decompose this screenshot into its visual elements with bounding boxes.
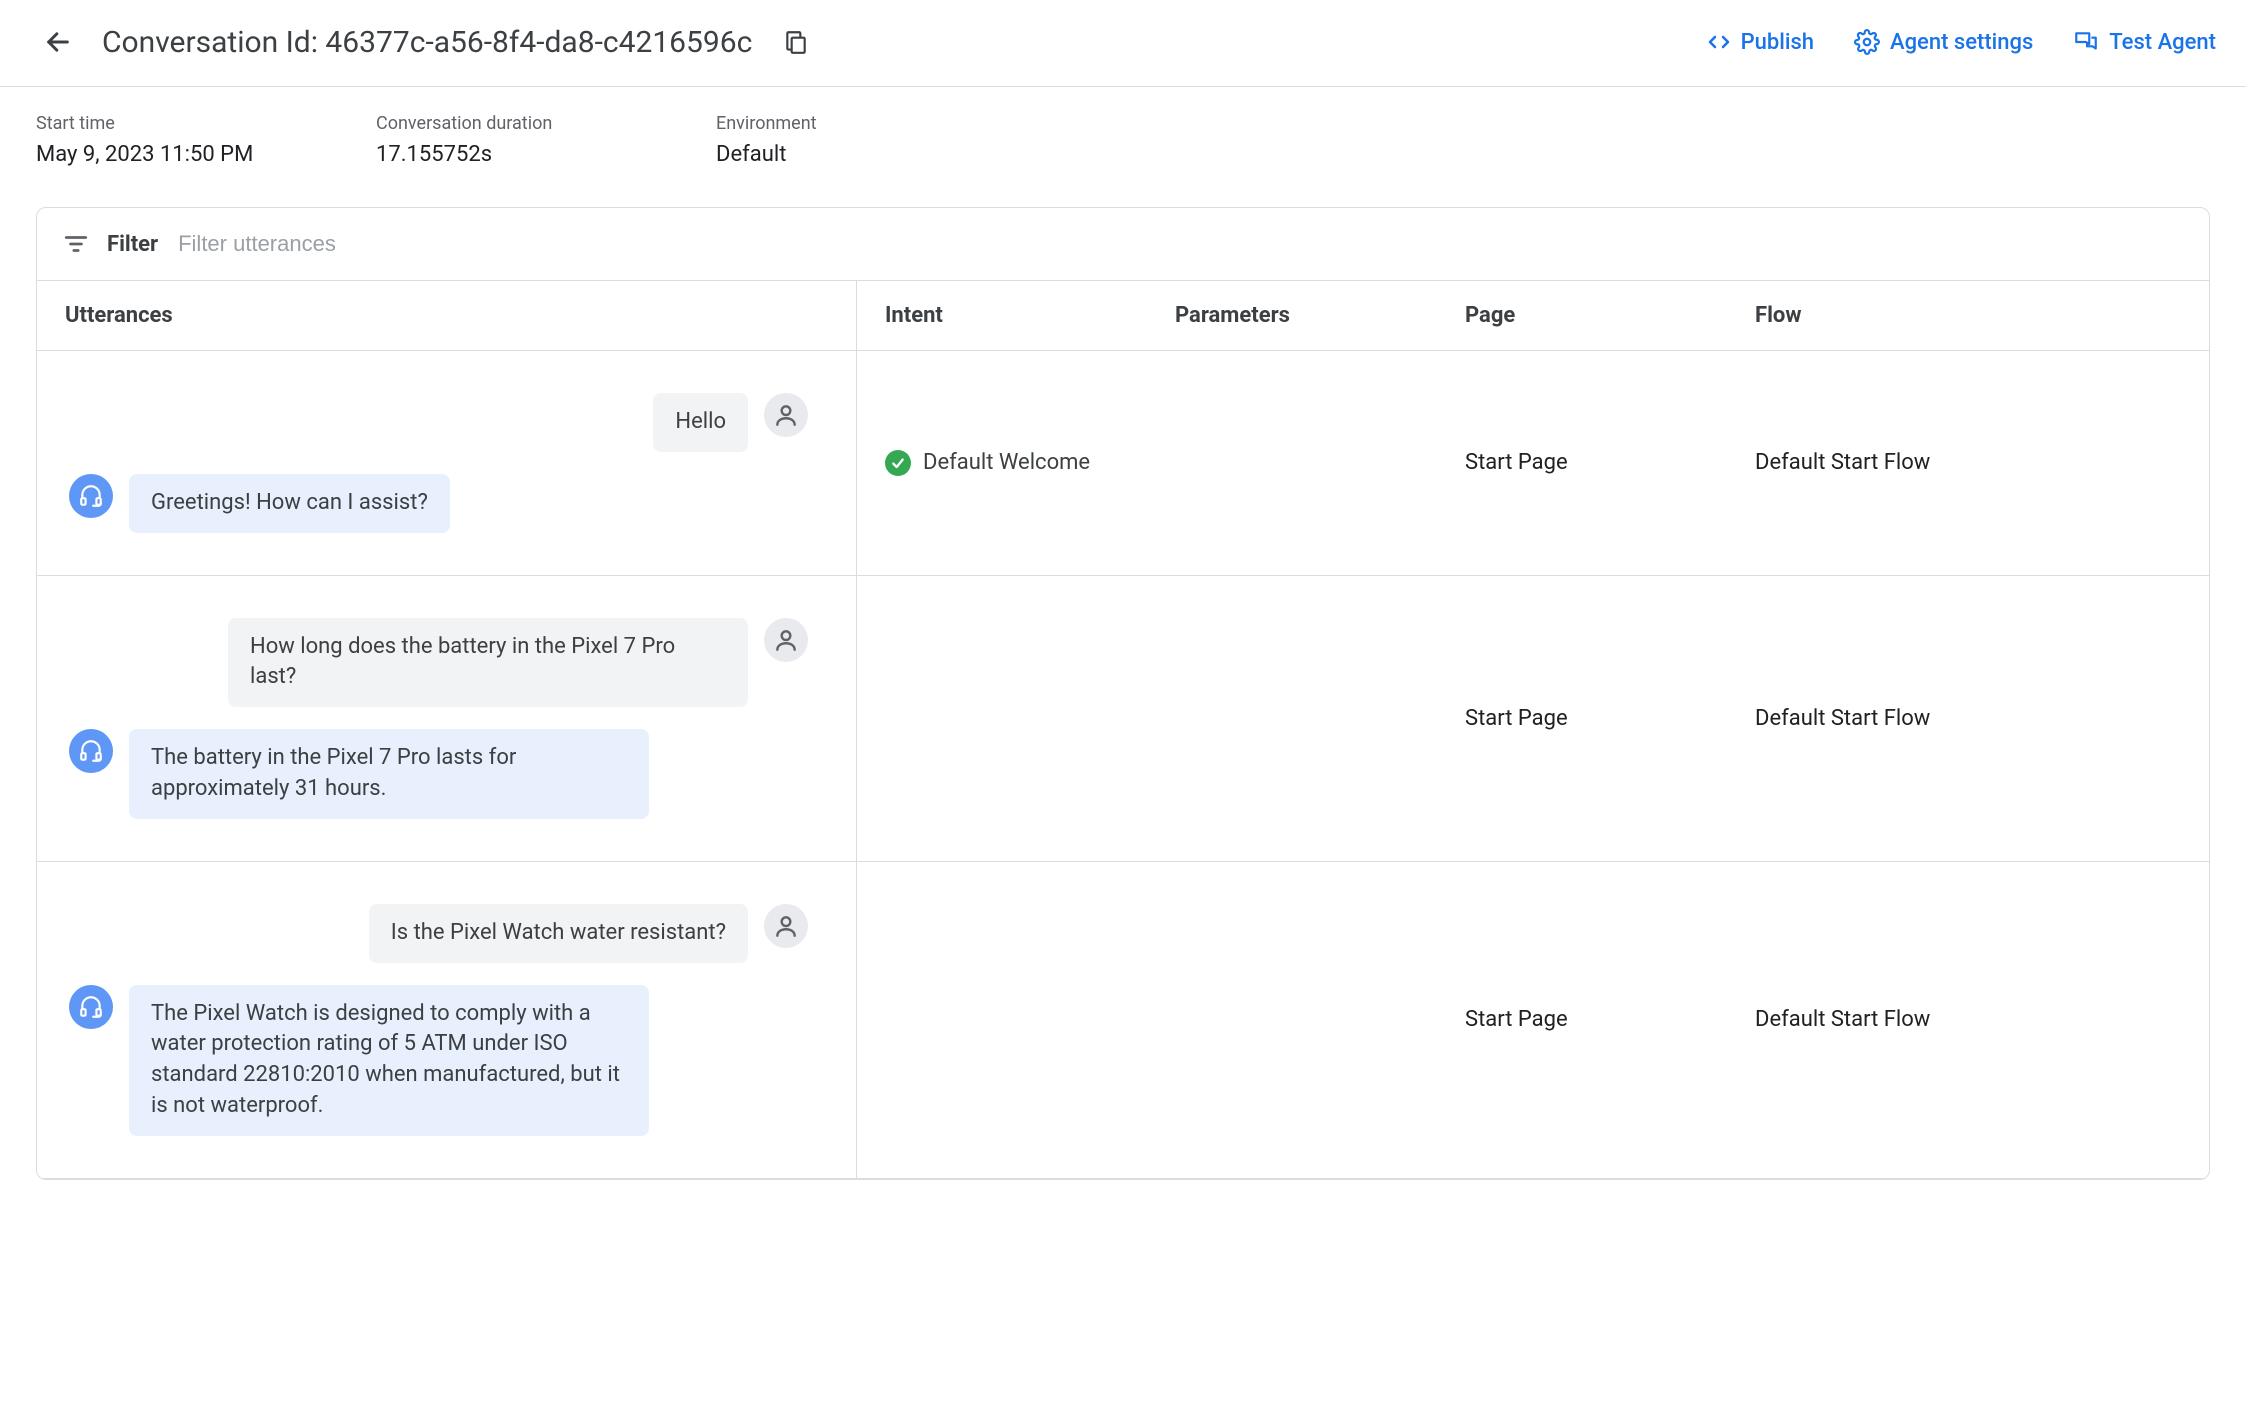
parameters-cell <box>1147 862 1437 1179</box>
col-header-intent: Intent <box>857 281 1147 351</box>
intent-value: Default Welcome <box>923 450 1090 475</box>
utterance-cell[interactable]: Is the Pixel Watch water resistant? The P… <box>37 862 857 1179</box>
start-time-label: Start time <box>36 113 256 134</box>
page-value: Start Page <box>1465 1007 1568 1032</box>
chat-icon <box>2073 29 2099 55</box>
flow-cell: Default Start Flow <box>1727 576 2209 862</box>
gear-icon <box>1854 29 1880 55</box>
topbar: Conversation Id: 46377c-a56-8f4-da8-c421… <box>0 0 2246 87</box>
agent-utterance: Greetings! How can I assist? <box>129 474 450 533</box>
intent-cell <box>857 862 1147 1179</box>
col-header-utterances: Utterances <box>37 281 857 351</box>
duration-value: 17.155752s <box>376 142 596 167</box>
user-avatar-icon <box>764 393 808 437</box>
utterance-cell[interactable]: How long does the battery in the Pixel 7… <box>37 576 857 862</box>
start-time-value: May 9, 2023 11:50 PM <box>36 142 256 167</box>
utterance-cell[interactable]: Hello Greetings! How can I assist? <box>37 351 857 576</box>
user-utterance: Is the Pixel Watch water resistant? <box>369 904 748 963</box>
environment-label: Environment <box>716 113 936 134</box>
parameters-cell <box>1147 351 1437 576</box>
flow-value: Default Start Flow <box>1755 1007 1930 1032</box>
filter-icon <box>63 231 89 257</box>
user-avatar-icon <box>764 618 808 662</box>
agent-avatar-icon <box>69 474 113 518</box>
page-cell: Start Page <box>1437 351 1727 576</box>
back-button[interactable] <box>36 20 80 64</box>
conversation-table: Filter Utterances Intent Parameters Page… <box>36 207 2210 1180</box>
agent-settings-button[interactable]: Agent settings <box>1854 29 2033 55</box>
page-cell: Start Page <box>1437 576 1727 862</box>
duration-label: Conversation duration <box>376 113 596 134</box>
user-utterance: Hello <box>653 393 748 452</box>
flow-value: Default Start Flow <box>1755 450 1930 475</box>
code-icon <box>1707 30 1731 54</box>
col-header-flow: Flow <box>1727 281 2209 351</box>
filter-label: Filter <box>107 232 158 257</box>
parameters-cell <box>1147 576 1437 862</box>
user-avatar-icon <box>764 904 808 948</box>
user-utterance: How long does the battery in the Pixel 7… <box>228 618 748 708</box>
page-cell: Start Page <box>1437 862 1727 1179</box>
page-title: Conversation Id: 46377c-a56-8f4-da8-c421… <box>102 25 752 60</box>
publish-label: Publish <box>1741 30 1814 55</box>
test-agent-label: Test Agent <box>2109 30 2216 55</box>
publish-button[interactable]: Publish <box>1707 30 1814 55</box>
agent-avatar-icon <box>69 729 113 773</box>
agent-utterance: The Pixel Watch is designed to comply wi… <box>129 985 649 1136</box>
arrow-back-icon <box>44 28 72 56</box>
topbar-actions: Publish Agent settings Test Agent <box>1707 29 2216 55</box>
environment-value: Default <box>716 142 936 167</box>
conversation-meta: Start time May 9, 2023 11:50 PM Conversa… <box>0 87 2246 207</box>
filter-input[interactable] <box>176 230 2183 258</box>
col-header-page: Page <box>1437 281 1727 351</box>
test-agent-button[interactable]: Test Agent <box>2073 29 2216 55</box>
filter-row: Filter <box>37 208 2209 281</box>
flow-cell: Default Start Flow <box>1727 862 2209 1179</box>
col-header-parameters: Parameters <box>1147 281 1437 351</box>
flow-cell: Default Start Flow <box>1727 351 2209 576</box>
intent-cell <box>857 576 1147 862</box>
intent-cell: Default Welcome <box>857 351 1147 576</box>
copy-icon <box>783 29 809 55</box>
flow-value: Default Start Flow <box>1755 706 1930 731</box>
page-value: Start Page <box>1465 706 1568 731</box>
page-value: Start Page <box>1465 450 1568 475</box>
copy-id-button[interactable] <box>774 20 818 64</box>
intent-match-icon <box>885 450 911 476</box>
agent-settings-label: Agent settings <box>1890 30 2033 55</box>
agent-avatar-icon <box>69 985 113 1029</box>
agent-utterance: The battery in the Pixel 7 Pro lasts for… <box>129 729 649 819</box>
